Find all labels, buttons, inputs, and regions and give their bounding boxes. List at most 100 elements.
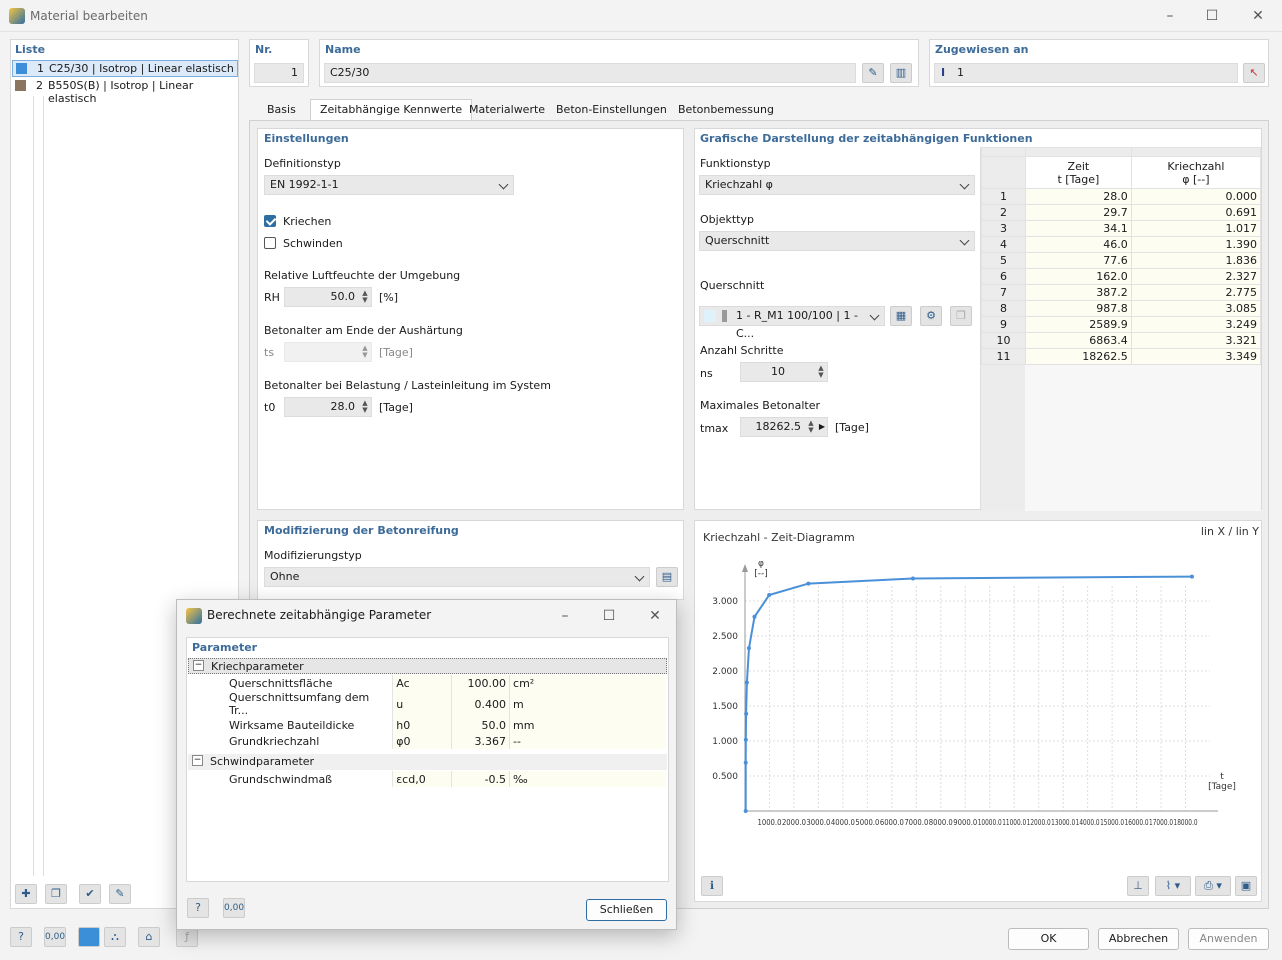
ok-button[interactable]: OK [1008, 928, 1089, 950]
name-field[interactable]: C25/30 [324, 63, 856, 83]
table-row[interactable]: 2 29.7 0.691 [981, 204, 1262, 221]
time-cell: 987.8 [1025, 300, 1132, 317]
modification-edit-icon[interactable]: ▤ [656, 567, 678, 587]
x-axis-symbol: t [1220, 772, 1224, 782]
steps-label: Anzahl Schritte [700, 344, 784, 357]
dialog-help-icon[interactable]: ? [187, 898, 209, 918]
shrink-checkbox[interactable] [264, 237, 276, 249]
parameter-row[interactable]: Querschnittsfläche Ac 100.00 cm² [205, 675, 666, 691]
ts-group-label: Betonalter am Ende der Aushärtung [264, 324, 463, 337]
dialog-close-button[interactable]: ✕ [641, 606, 669, 626]
close-button[interactable]: ✕ [1244, 6, 1272, 26]
dialog-close-btn[interactable]: Schließen [586, 899, 667, 921]
tab-basis[interactable]: Basis [257, 99, 306, 121]
assigned-field[interactable]: I 1 [934, 63, 1238, 83]
table-row[interactable]: 3 34.1 1.017 [981, 220, 1262, 237]
steps-input[interactable]: 10 ▲ ▼ [740, 362, 828, 382]
parameter-symbol: εcd,0 [392, 771, 452, 787]
values-table-area: Zeit t [Tage] Kriechzahl φ [--] 1 28.0 0.000… [980, 147, 1262, 511]
member-icon: I [941, 66, 946, 79]
pick-assign-icon[interactable]: ↖ [1243, 63, 1265, 83]
creep-group-row[interactable]: − Kriechparameter [188, 658, 667, 674]
creep-checkbox[interactable] [264, 215, 276, 227]
list-item-number: 2 [36, 79, 43, 92]
section-label: Querschnitt [700, 279, 765, 292]
tab-material-values[interactable]: Materialwerte [459, 99, 555, 121]
print-icon[interactable]: ⎙ ▾ [1195, 876, 1231, 896]
settings-header: Einstellungen [264, 132, 349, 145]
list-item-label: C25/30 | Isotrop | Linear elastisch [49, 62, 234, 75]
table-row[interactable]: 5 77.6 1.836 [981, 252, 1262, 269]
section-info-icon[interactable]: ▦ [890, 306, 912, 326]
color-icon[interactable] [78, 927, 100, 947]
diagram-scale-mode[interactable]: lin X / lin Y [1201, 525, 1259, 538]
parameter-row[interactable]: Grundschwindmaß εcd,0 -0.5 ‰ [205, 771, 666, 787]
dialog-units-icon[interactable]: 0,00 [223, 898, 245, 918]
info-icon[interactable]: ℹ [701, 876, 723, 896]
table-row[interactable]: 1 28.0 0.000 [981, 188, 1262, 205]
dialog-maximize-button[interactable]: ☐ [595, 606, 623, 626]
table-row[interactable]: 4 46.0 1.390 [981, 236, 1262, 253]
table-row[interactable]: 7 387.2 2.775 [981, 284, 1262, 301]
collapse-icon[interactable]: − [193, 660, 204, 671]
tmax-input[interactable]: 18262.5 ▲ ▼ ▶ [740, 417, 828, 437]
table-row[interactable]: 8 987.8 3.085 [981, 300, 1262, 317]
t0-input[interactable]: 28.0 ▲ ▼ [284, 397, 372, 417]
check-all-icon[interactable]: ✔ [79, 884, 101, 904]
collapse-icon[interactable]: − [192, 755, 203, 766]
table-row[interactable]: 10 6863.4 3.321 [981, 332, 1262, 349]
parameter-symbol: h0 [392, 717, 452, 733]
col-creep-header: Kriechzahl [1167, 159, 1225, 173]
dialog-minimize-button[interactable]: – [551, 606, 579, 626]
axis-settings-icon[interactable]: ⊥ [1127, 876, 1149, 896]
render-icon[interactable]: ⛬ [104, 927, 126, 947]
parameter-row[interactable]: Grundkriechzahl φ0 3.367 -- [205, 733, 666, 749]
tab-concrete-settings[interactable]: Beton-Einstellungen [546, 99, 677, 121]
maximize-button[interactable]: ☐ [1198, 6, 1226, 26]
parameter-row[interactable]: Querschnittsumfang dem Tr... u 0.400 m [205, 691, 666, 717]
edit-name-icon[interactable]: ✎ [862, 63, 884, 83]
x-tick-label: 1000.0 [757, 818, 781, 827]
table-row[interactable]: 9 2589.9 3.249 [981, 316, 1262, 333]
shrink-group-row[interactable]: − Schwindparameter [188, 754, 667, 770]
parameter-value: 0.400 [451, 691, 511, 717]
objtype-select[interactable]: Querschnitt [699, 231, 975, 251]
section-edit-icon[interactable]: ⚙ [920, 306, 942, 326]
deftype-select[interactable]: EN 1992-1-1 [264, 175, 514, 195]
view-icon[interactable]: ⌂ [138, 927, 160, 947]
tmax-arrow-icon[interactable]: ▶ [819, 418, 825, 436]
copy-icon[interactable]: ❐ [45, 884, 67, 904]
section-select[interactable]: 1 - R_M1 100/100 | 1 - C... [699, 306, 885, 340]
material-color-swatch [15, 80, 26, 91]
x-tick-label: 3000.0 [806, 818, 830, 827]
chart-options-icon[interactable]: ⌇ ▾ [1155, 876, 1191, 896]
data-point [746, 646, 751, 651]
settings-panel: Einstellungen Definitionstyp EN 1992-1-1… [257, 128, 684, 510]
minimize-button[interactable]: – [1156, 6, 1184, 26]
tab-time-dependent[interactable]: Zeitabhängige Kennwerte [310, 99, 473, 121]
parameter-row[interactable]: Wirksame Bauteildicke h0 50.0 mm [205, 717, 666, 733]
col-creep-unit: φ [--] [1182, 172, 1210, 186]
export-icon[interactable]: ▣ [1235, 876, 1257, 896]
uncheck-icon[interactable]: ✎ [109, 884, 131, 904]
units-icon[interactable]: 0,00 [44, 927, 66, 947]
creep-cell: 0.691 [1130, 204, 1262, 221]
table-row[interactable]: 11 18262.5 3.349 [981, 348, 1262, 365]
rh-input[interactable]: 50.0 ▲ ▼ [284, 287, 372, 307]
row-index: 2 [981, 204, 1026, 221]
list-item-1[interactable]: 1 C25/30 | Isotrop | Linear elastisch [12, 60, 238, 77]
modification-type-select[interactable]: Ohne [264, 567, 650, 587]
tab-concrete-design[interactable]: Betonbemessung [668, 99, 784, 121]
graphic-panel: Grafische Darstellung der zeitabhängigen… [694, 128, 1262, 511]
modification-panel: Modifizierung der Betonreifung Modifizie… [257, 520, 684, 600]
cancel-button[interactable]: Abbrechen [1098, 928, 1179, 950]
functype-select[interactable]: Kriechzahl φ [699, 175, 975, 195]
list-item-2[interactable]: 2 B550S(B) | Isotrop | Linear elastisch [12, 78, 238, 105]
help-icon[interactable]: ? [10, 927, 32, 947]
library-icon[interactable]: ▥ [890, 63, 912, 83]
table-row[interactable]: 6 162.0 2.327 [981, 268, 1262, 285]
parameter-name: Grundkriechzahl [205, 733, 394, 749]
x-tick-label: 8000.0 [929, 818, 953, 827]
new-material-icon[interactable]: ✚ [15, 884, 37, 904]
nr-field[interactable]: 1 [254, 63, 304, 83]
